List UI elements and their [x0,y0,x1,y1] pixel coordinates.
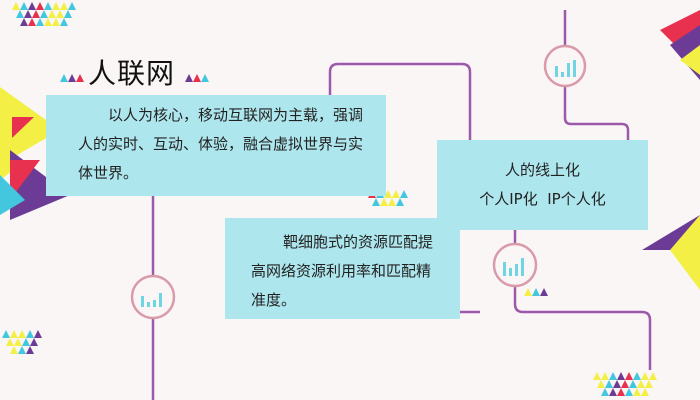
pattern-triangle [637,380,645,388]
pattern-triangle [613,380,621,388]
pattern-triangle [16,10,24,18]
pattern-triangle [532,288,540,296]
pattern-triangle [36,2,44,10]
pattern-triangle [60,18,68,26]
pattern-triangle [14,338,22,346]
pattern-triangle [56,10,64,18]
pattern-triangle [12,2,20,10]
pattern-triangle [372,198,380,206]
pattern-triangle [633,372,641,380]
pattern-triangle [649,372,657,380]
pattern-triangle [22,338,30,346]
pattern-triangle [28,2,36,10]
concept-box-definition: 以人为核心，移动互联网为主载，强调人的实时、互动、体验，融合虚拟世界与实体世界。 [46,95,386,196]
node-circle-left [130,274,176,320]
pattern-triangle [609,372,617,380]
pattern-triangle [621,380,629,388]
pattern-triangle [625,388,633,396]
concept-box-matching: 靶细胞式的资源匹配提高网络资源利用率和匹配精准度。 [225,218,460,319]
pattern-triangle [388,198,396,206]
connector-right [563,85,630,140]
pattern-triangle [26,330,34,338]
connector-mid-lower [513,285,652,370]
pattern-triangle [524,288,532,296]
pattern-triangle [32,10,40,18]
pattern-triangle [400,190,408,198]
pattern-triangle [396,198,404,206]
node-circle-middle [492,242,538,288]
pattern-triangle [597,380,605,388]
pattern-triangle [52,18,60,26]
pattern-triangle [10,330,18,338]
pattern-triangle [28,18,36,26]
pattern-triangle [60,74,68,82]
pattern-triangle [76,74,84,82]
pattern-triangle [52,2,60,10]
pattern-triangle [64,10,72,18]
pattern-triangle [30,338,38,346]
pattern-triangle [18,330,26,338]
pattern-triangle [2,330,10,338]
pattern-triangle [6,338,14,346]
pattern-triangle [629,380,637,388]
pattern-triangle [60,2,68,10]
pattern-triangle [617,388,625,396]
pattern-triangle [201,74,209,82]
pattern-triangle [68,2,76,10]
pattern-triangle [540,288,548,296]
pattern-triangle [20,18,28,26]
definition-text: 以人为核心，移动互联网为主载，强调人的实时、互动、体验，融合虚拟世界与实体世界。 [78,106,364,182]
right-triangle-cluster [642,10,700,290]
online-line-1: 人的线上化 [504,161,580,179]
concept-box-online: 人的线上化 个人IP化 IP个人化 [437,140,648,230]
pattern-triangle [625,372,633,380]
pattern-triangle [10,346,18,354]
pattern-triangle [609,388,617,396]
pattern-triangle [34,330,42,338]
pattern-triangle [185,74,193,82]
pattern-triangle [24,10,32,18]
node-circle-top-right [543,44,587,88]
pattern-triangle [48,10,56,18]
pattern-triangle [68,74,76,82]
online-line-2: 个人IP化 IP个人化 [479,190,606,208]
pattern-triangle [617,372,625,380]
pattern-triangle [593,372,601,380]
pattern-triangle [641,388,649,396]
pattern-triangle [633,388,641,396]
pattern-triangle [26,346,34,354]
matching-text: 靶细胞式的资源匹配提高网络资源利用率和匹配精准度。 [251,233,434,309]
pattern-triangle [44,2,52,10]
pattern-triangle [193,74,201,82]
pattern-triangle [44,18,52,26]
pattern-triangle [20,2,28,10]
pattern-triangle [380,198,388,206]
pattern-triangle [40,10,48,18]
pattern-triangle [601,372,609,380]
pattern-triangle [641,372,649,380]
page-title: 人联网 [88,57,176,90]
pattern-triangle [605,380,613,388]
pattern-triangle [36,18,44,26]
pattern-triangle [392,190,400,198]
pattern-triangle [18,346,26,354]
pattern-triangle [645,380,653,388]
pattern-triangle [601,388,609,396]
